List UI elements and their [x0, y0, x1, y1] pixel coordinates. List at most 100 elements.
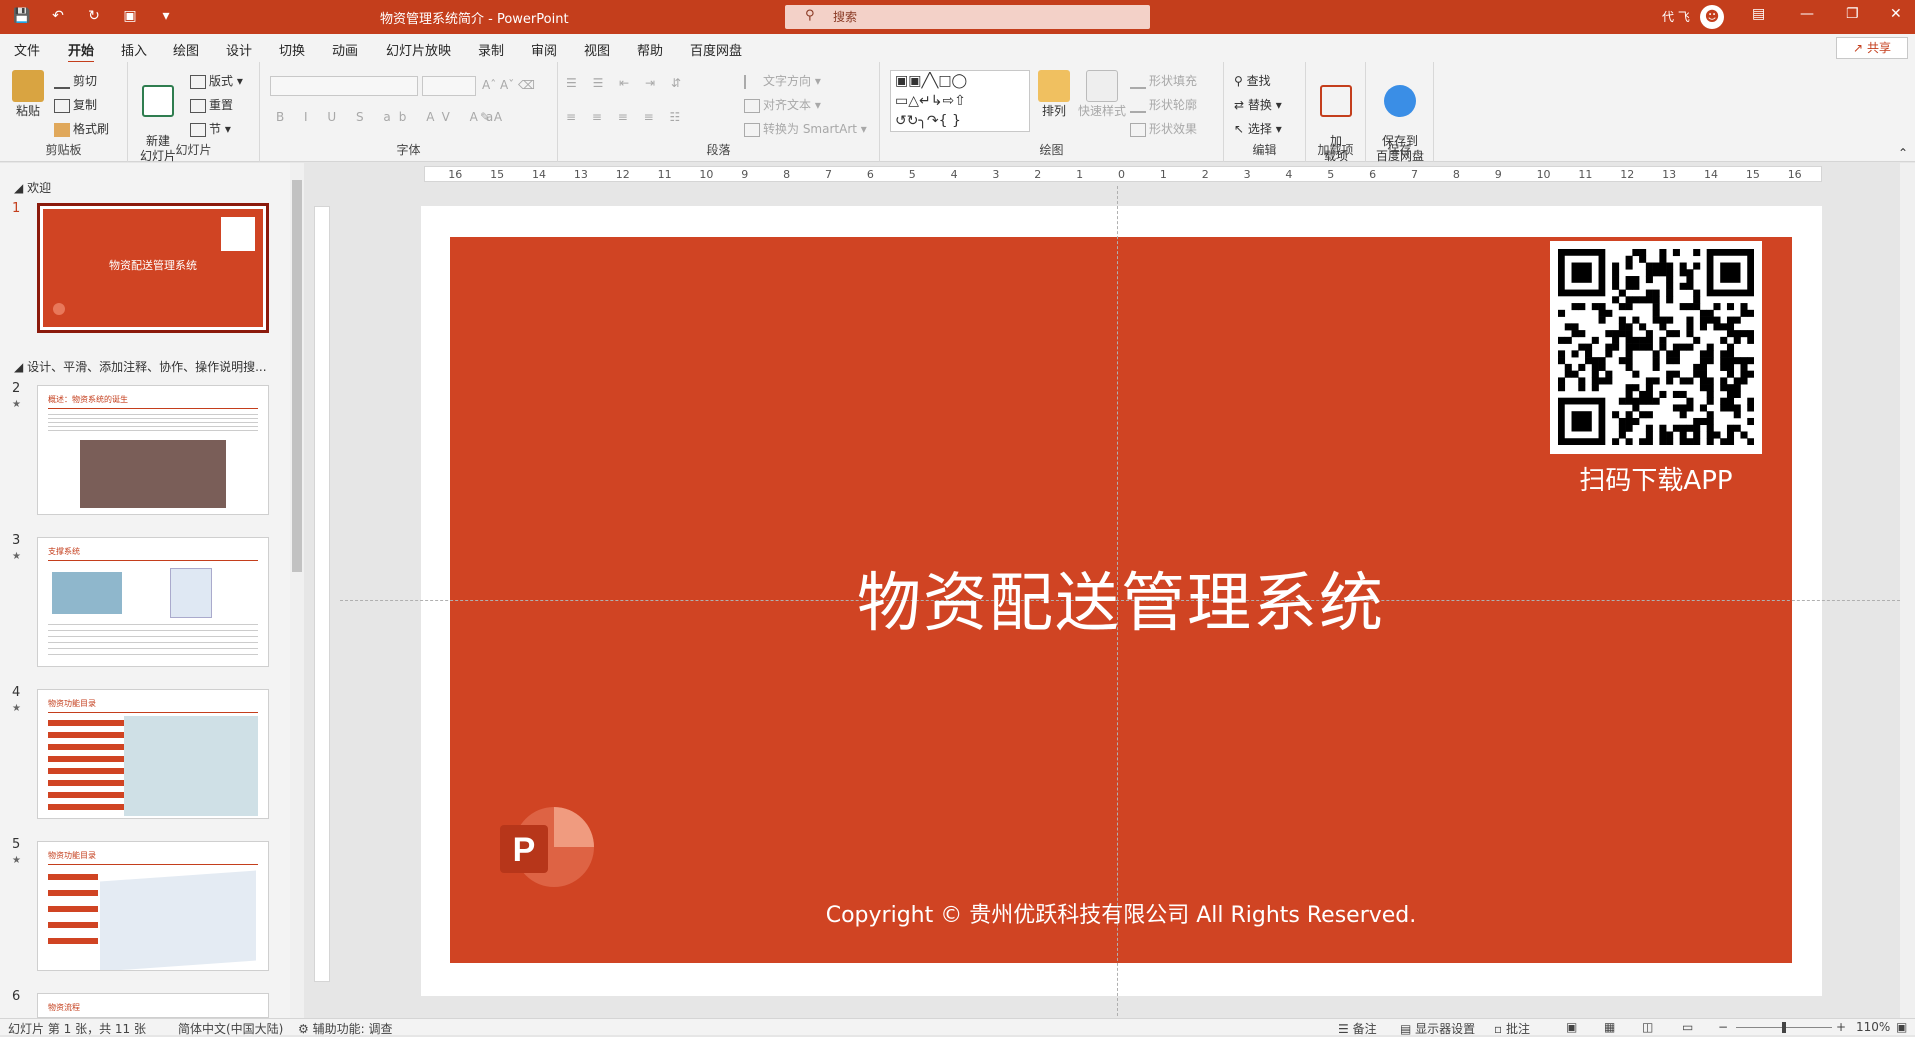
language-indicator[interactable]: 简体中文(中国大陆): [178, 1020, 283, 1037]
user-name[interactable]: 代 飞: [1662, 8, 1690, 25]
tab-insert[interactable]: 插入: [121, 40, 147, 59]
present-icon[interactable]: ▣: [118, 4, 142, 28]
reading-view-icon: ◫: [1642, 1020, 1654, 1034]
font-color-buttons[interactable]: ✎ A: [480, 110, 502, 124]
replace-button[interactable]: ⇄ 替换 ▾: [1234, 96, 1282, 113]
minimize-icon[interactable]: —: [1800, 6, 1814, 22]
align-buttons[interactable]: ≡ ≡ ≡ ≡ ☷: [566, 110, 686, 124]
smartart-button[interactable]: 转换为 SmartArt ▾: [744, 120, 867, 137]
accessibility-status[interactable]: ⚙ 辅助功能: 调查: [298, 1020, 392, 1037]
display-settings-button[interactable]: ▤ 显示器设置: [1400, 1020, 1475, 1037]
undo-icon[interactable]: ↶: [46, 4, 70, 28]
tab-home[interactable]: 开始: [68, 40, 95, 64]
tab-record[interactable]: 录制: [478, 40, 504, 59]
fit-slide-icon[interactable]: ▣: [1896, 1020, 1907, 1034]
quick-styles-button[interactable]: 快速样式: [1076, 70, 1128, 119]
collapse-ribbon-icon[interactable]: ⌃: [1898, 146, 1908, 160]
powerpoint-logo-icon[interactable]: P: [500, 805, 596, 895]
copyright-text[interactable]: Copyright © 贵州优跃科技有限公司 All Rights Reserv…: [450, 897, 1792, 929]
shape-fill-button[interactable]: 形状填充: [1130, 72, 1197, 89]
tab-transitions[interactable]: 切换: [279, 40, 305, 59]
font-family-select[interactable]: [270, 76, 418, 96]
ribbon-display-icon[interactable]: ▤: [1752, 6, 1765, 22]
slide-thumbnail[interactable]: 物资流程: [37, 993, 269, 1018]
find-button[interactable]: ⚲ 查找: [1234, 72, 1271, 89]
slide-thumbnail[interactable]: 物资功能目录: [37, 841, 269, 971]
avatar[interactable]: ☻: [1700, 5, 1724, 29]
smartart-icon: [744, 122, 760, 137]
notes-button[interactable]: ☰ 备注: [1338, 1020, 1377, 1037]
clipboard-group: 粘贴 剪切 复制 格式刷 剪贴板: [0, 62, 128, 162]
zoom-slider-thumb[interactable]: [1782, 1022, 1786, 1033]
tab-draw[interactable]: 绘图: [173, 40, 199, 59]
copy-button[interactable]: 复制: [54, 96, 97, 113]
ruler-tick-label: 11: [1578, 168, 1593, 181]
paste-button[interactable]: 粘贴: [10, 70, 46, 119]
ruler-tick-label: 5: [1327, 168, 1335, 181]
slide-sorter-button[interactable]: ▦: [1604, 1020, 1615, 1034]
search-input[interactable]: ⚲ 搜索: [785, 5, 1150, 29]
section-header[interactable]: ◢ 设计、平滑、添加注释、协作、操作说明搜...: [14, 358, 267, 375]
paste-label: 粘贴: [15, 104, 40, 118]
align-text-button[interactable]: 对齐文本 ▾: [744, 96, 821, 113]
customize-toolbar-icon[interactable]: ▾: [154, 4, 178, 28]
window-title: 物资管理系统简介 - PowerPoint: [380, 12, 569, 27]
section-button[interactable]: 节 ▾: [190, 120, 231, 137]
tab-file[interactable]: 文件: [14, 40, 40, 59]
quick-styles-label: 快速样式: [1077, 104, 1126, 118]
text-direction-button[interactable]: 文字方向 ▾: [744, 72, 821, 89]
qr-caption[interactable]: 扫码下载APP: [1560, 460, 1752, 497]
font-size-select[interactable]: [422, 76, 476, 96]
arrange-icon: [1038, 70, 1070, 102]
slideshow-button[interactable]: ▭: [1682, 1020, 1693, 1034]
reset-button[interactable]: 重置: [190, 96, 233, 113]
thumbnail-image: [124, 716, 258, 816]
zoom-in-button[interactable]: +: [1836, 1020, 1846, 1034]
font-size-buttons[interactable]: Aˆ Aˇ ⌫: [482, 78, 535, 92]
cut-button[interactable]: 剪切: [54, 72, 97, 89]
tab-review[interactable]: 审阅: [531, 40, 557, 59]
slide-title[interactable]: 物资配送管理系统: [450, 552, 1792, 644]
tab-baidu[interactable]: 百度网盘: [690, 40, 742, 59]
qr-code[interactable]: [1550, 241, 1762, 454]
list-buttons[interactable]: ☰ ☰ ⇤ ⇥ ⇵: [566, 76, 687, 90]
select-button[interactable]: ↖ 选择 ▾: [1234, 120, 1282, 137]
svg-text:P: P: [513, 831, 536, 869]
close-icon[interactable]: ✕: [1890, 6, 1902, 22]
section-collapse-icon: ◢: [14, 360, 24, 374]
thumbnails-scroll-thumb[interactable]: [292, 180, 302, 572]
font-group-label: 字体: [396, 143, 421, 157]
share-button[interactable]: ↗ 共享: [1836, 37, 1908, 59]
section-header[interactable]: ◢ 欢迎: [14, 179, 51, 196]
shape-outline-button[interactable]: 形状轮廓: [1130, 96, 1197, 113]
tab-animations[interactable]: 动画: [332, 40, 358, 59]
slide-thumbnail[interactable]: 概述：物资系统的诞生: [37, 385, 269, 515]
slide-thumbnail[interactable]: 物资功能目录: [37, 689, 269, 819]
slide-counter[interactable]: 幻灯片 第 1 张，共 11 张: [8, 1020, 146, 1037]
slide-thumbnail[interactable]: 支撑系统: [37, 537, 269, 667]
comments-button[interactable]: ▫ 批注: [1494, 1020, 1530, 1037]
arrange-button[interactable]: 排列: [1036, 70, 1072, 119]
format-painter-button[interactable]: 格式刷: [54, 120, 109, 137]
select-icon: ↖: [1234, 122, 1245, 136]
slide-sorter-icon: ▦: [1604, 1020, 1616, 1034]
shapes-gallery[interactable]: ▣▣╱╲□◯ ▭△↵↳⇨⇧ ↺↻╮↷{ }: [890, 70, 1030, 132]
reading-view-button[interactable]: ◫: [1642, 1020, 1653, 1034]
font-format-buttons[interactable]: B I U S ab AV Aa: [276, 110, 501, 124]
editor-scrollbar[interactable]: [1900, 163, 1915, 1018]
normal-view-button[interactable]: ▣: [1566, 1020, 1577, 1034]
zoom-level[interactable]: 110%: [1856, 1020, 1890, 1034]
slide-thumbnail[interactable]: 物资配送管理系统: [37, 203, 269, 333]
transition-star-icon: ★: [12, 855, 21, 866]
tab-slideshow[interactable]: 幻灯片放映: [386, 40, 451, 59]
shape-effects-button[interactable]: 形状效果: [1130, 120, 1197, 137]
redo-icon[interactable]: ↻: [82, 4, 106, 28]
zoom-out-button[interactable]: −: [1718, 1020, 1728, 1034]
restore-icon[interactable]: ❐: [1846, 6, 1859, 22]
tab-design[interactable]: 设计: [226, 40, 252, 59]
tab-view[interactable]: 视图: [584, 40, 610, 59]
layout-button[interactable]: 版式 ▾: [190, 72, 243, 89]
tab-help[interactable]: 帮助: [637, 40, 663, 59]
text-direction-label: 文字方向: [763, 74, 812, 88]
save-icon[interactable]: 💾: [10, 4, 34, 28]
